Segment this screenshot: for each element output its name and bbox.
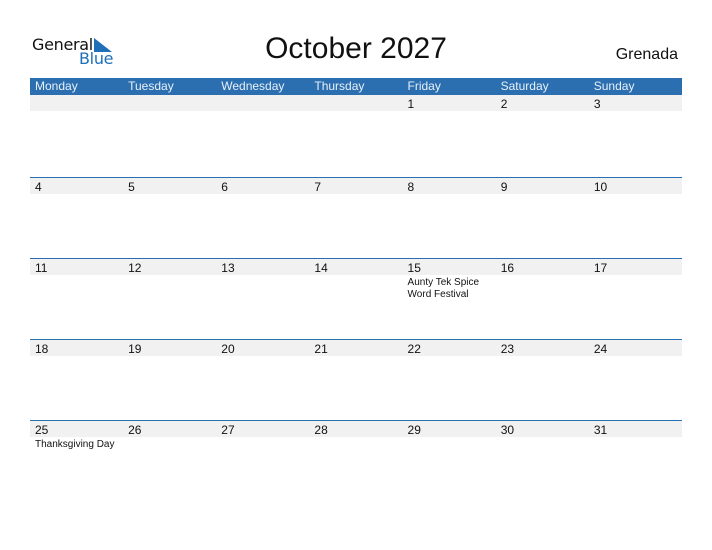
day-cell: 15 Aunty Tek Spice Word Festival: [403, 258, 496, 339]
day-number: 19: [128, 342, 142, 356]
day-number: 20: [221, 342, 235, 356]
day-cell: 5: [123, 177, 216, 258]
day-cell: 17: [589, 258, 682, 339]
day-number: 28: [314, 423, 328, 437]
day-cell: 16: [496, 258, 589, 339]
day-cell: 14: [309, 258, 402, 339]
weekday-tuesday: Tuesday: [128, 79, 174, 93]
day-cell: 9: [496, 177, 589, 258]
day-number: 25: [35, 423, 49, 437]
day-number: 22: [407, 342, 421, 356]
day-number: 31: [593, 423, 608, 437]
day-cell: [30, 94, 123, 175]
day-number: 10: [593, 180, 608, 194]
day-cell: 8: [403, 177, 496, 258]
week-row: 25 Thanksgiving Day 26 27 28 29 30 31: [30, 420, 682, 501]
country-name: Grenada: [615, 46, 678, 63]
day-cell: 29: [403, 420, 496, 501]
day-cell: 13: [216, 258, 309, 339]
day-number: 12: [128, 261, 142, 275]
day-cell: 31: [589, 420, 682, 501]
day-number: 5: [128, 180, 135, 194]
day-cell: 1: [403, 94, 496, 175]
day-cell: [309, 94, 402, 175]
week-row: 18 19 20 21 22 23 24: [30, 339, 682, 420]
day-cell: 24: [589, 339, 682, 420]
week-row: 1 2 3: [30, 94, 682, 175]
day-cell: 21: [309, 339, 402, 420]
day-cell: 30: [496, 420, 589, 501]
day-number: 17: [593, 261, 608, 275]
weekday-monday: Monday: [35, 79, 78, 93]
day-cell: 7: [309, 177, 402, 258]
day-cell: 20: [216, 339, 309, 420]
day-cell: [216, 94, 309, 175]
weekday-thursday: Thursday: [314, 79, 365, 93]
day-number: 29: [407, 423, 421, 437]
holiday-label: Thanksgiving Day: [35, 439, 115, 450]
day-number: 14: [314, 261, 328, 275]
day-number: 8: [407, 180, 415, 194]
day-number: 4: [35, 180, 42, 194]
day-cell: 6: [216, 177, 309, 258]
day-number: 15: [407, 261, 421, 275]
holiday-label: Aunty Tek Spice Word Festival: [407, 277, 480, 300]
day-number: 27: [221, 423, 235, 437]
day-number: 2: [500, 97, 508, 111]
day-number: 6: [221, 180, 228, 194]
day-cell: 11: [30, 258, 123, 339]
day-number: 13: [221, 261, 235, 275]
week-row: 4 5 6 7 8 9 10: [30, 177, 682, 258]
day-cell: 10: [589, 177, 682, 258]
weekday-friday: Friday: [407, 79, 441, 93]
day-number: 24: [593, 342, 608, 356]
day-cell: 27: [216, 420, 309, 501]
day-number: 7: [314, 180, 322, 194]
day-cell: 26: [123, 420, 216, 501]
day-cell: 3: [589, 94, 682, 175]
day-cell: [123, 94, 216, 175]
weekday-sunday: Sunday: [593, 79, 635, 93]
day-number: 30: [500, 423, 515, 437]
week-row: 11 12 13 14 15 Aunty Tek Spice Word Festival 1…: [30, 258, 682, 339]
calendar-title: October 2027: [265, 32, 447, 65]
day-number: 26: [128, 423, 142, 437]
day-number: 16: [500, 261, 515, 275]
weekday-wednesday: Wednesday: [221, 79, 285, 93]
day-number: 18: [35, 342, 49, 356]
day-number: 3: [593, 97, 601, 111]
day-number: 11: [35, 261, 48, 275]
day-number: 23: [500, 342, 515, 356]
day-cell: 4: [30, 177, 123, 258]
day-cell: 12: [123, 258, 216, 339]
weekday-saturday: Saturday: [500, 79, 549, 93]
day-cell: 28: [309, 420, 402, 501]
day-number: 21: [314, 342, 328, 356]
weekday-header: Monday Tuesday Wednesday Thursday Friday…: [30, 78, 682, 95]
day-cell: 18: [30, 339, 123, 420]
day-number: 9: [500, 180, 508, 194]
day-cell: 23: [496, 339, 589, 420]
day-cell: 22: [403, 339, 496, 420]
day-cell: 19: [123, 339, 216, 420]
day-number: 1: [407, 97, 415, 111]
day-cell: 25 Thanksgiving Day: [30, 420, 123, 501]
day-cell: 2: [496, 94, 589, 175]
